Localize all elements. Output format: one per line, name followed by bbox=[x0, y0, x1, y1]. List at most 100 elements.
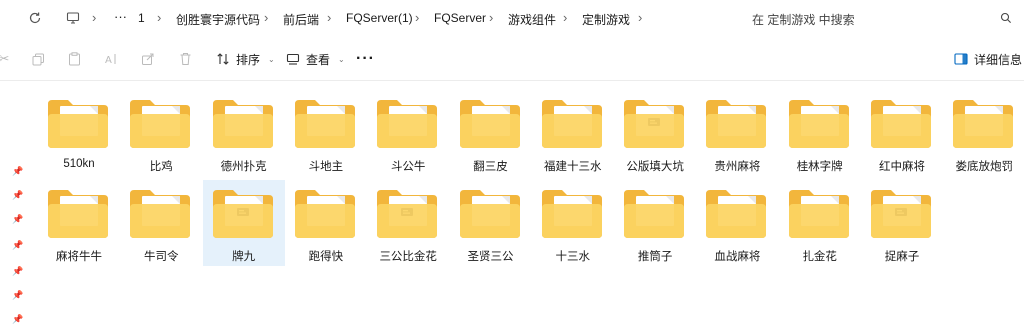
chevron-right-icon: › bbox=[563, 10, 568, 25]
folder-name: 跑得快 bbox=[308, 251, 344, 263]
breadcrumb-item[interactable]: 1 bbox=[138, 11, 145, 25]
folder-icon bbox=[541, 100, 602, 148]
breadcrumb-item[interactable]: FQServer bbox=[434, 11, 486, 25]
folder-icon bbox=[788, 190, 849, 238]
view-button[interactable]: 查看 ⌄ bbox=[286, 49, 345, 69]
folder-item[interactable]: 牌九 bbox=[202, 180, 285, 266]
folder-name: 捉麻子 bbox=[884, 251, 920, 263]
folder-item[interactable]: 圣贤三公 bbox=[450, 180, 532, 266]
folder-name: 比鸡 bbox=[149, 161, 173, 173]
sort-icon bbox=[217, 53, 229, 65]
pin-icon[interactable]: 📌 bbox=[12, 266, 23, 276]
folder-icon bbox=[48, 190, 108, 238]
details-pane-icon bbox=[954, 53, 968, 65]
more-options-icon[interactable]: ··· bbox=[356, 49, 375, 69]
folder-name: 翻三皮 bbox=[473, 161, 508, 173]
folder-name: 510kn bbox=[63, 158, 95, 170]
more-ellipsis-icon[interactable]: ··· bbox=[114, 9, 127, 24]
copy-icon[interactable] bbox=[30, 51, 46, 67]
folder-name: 麻将牛牛 bbox=[56, 251, 102, 263]
sort-label: 排序 bbox=[236, 52, 261, 67]
chevron-down-icon: ⌄ bbox=[268, 54, 275, 64]
folder-icon bbox=[377, 190, 438, 238]
folder-item[interactable]: 公版填大坑 bbox=[614, 90, 696, 176]
folder-icon bbox=[624, 100, 685, 148]
folder-item[interactable]: 血战麻将 bbox=[696, 180, 778, 266]
folder-item[interactable]: 麻将牛牛 bbox=[38, 180, 120, 266]
folder-name: 公版填大坑 bbox=[626, 161, 684, 173]
folder-name: 贵州麻将 bbox=[714, 161, 761, 173]
pin-icon[interactable]: 📌 bbox=[12, 190, 23, 200]
folder-item[interactable]: 十三水 bbox=[532, 180, 614, 266]
folder-name: 桂林字牌 bbox=[796, 161, 843, 173]
breadcrumb-item[interactable]: 创胜寰宇源代码 bbox=[176, 11, 260, 28]
folder-item[interactable]: 德州扑克 bbox=[203, 90, 285, 176]
breadcrumb-item[interactable]: 游戏组件 bbox=[508, 11, 556, 28]
folder-name: 斗地主 bbox=[308, 161, 344, 173]
folder-item[interactable]: 红中麻将 bbox=[861, 90, 943, 176]
folder-icon bbox=[130, 100, 191, 148]
view-label: 查看 bbox=[306, 52, 331, 67]
folder-item[interactable]: 福建十三水 bbox=[532, 90, 614, 176]
share-icon[interactable] bbox=[140, 51, 156, 67]
pin-icon[interactable]: 📌 bbox=[12, 214, 23, 224]
breadcrumb-item[interactable]: 前后端 bbox=[283, 11, 319, 28]
folder-icon bbox=[48, 100, 108, 148]
folder-item[interactable]: 捉麻子 bbox=[861, 180, 943, 266]
paste-icon[interactable] bbox=[66, 51, 82, 67]
folder-name: 福建十三水 bbox=[544, 161, 602, 173]
folder-item[interactable]: 斗地主 bbox=[285, 90, 367, 176]
folder-icon bbox=[294, 190, 355, 238]
folder-icon bbox=[130, 190, 191, 238]
refresh-icon[interactable] bbox=[26, 9, 44, 27]
chevron-right-icon: › bbox=[157, 10, 162, 25]
folder-name: 娄底放炮罚 bbox=[955, 161, 1014, 173]
folder-item[interactable]: 桂林字牌 bbox=[779, 90, 861, 176]
folder-name: 扎金花 bbox=[802, 251, 837, 263]
folder-item[interactable]: 推筒子 bbox=[614, 180, 696, 266]
folder-item[interactable]: 斗公牛 bbox=[367, 90, 449, 176]
folder-item[interactable]: 翻三皮 bbox=[450, 90, 532, 176]
details-pane-button[interactable]: 详细信息 bbox=[954, 49, 1022, 69]
rename-icon[interactable]: A bbox=[103, 51, 119, 67]
folder-item[interactable]: 扎金花 bbox=[779, 180, 861, 266]
folder-item[interactable]: 牛司令 bbox=[120, 180, 202, 266]
details-pane-label: 详细信息 bbox=[974, 52, 1023, 67]
folder-name: 三公比金花 bbox=[379, 251, 437, 263]
svg-text:A: A bbox=[105, 55, 112, 66]
folder-item[interactable]: 三公比金花 bbox=[367, 180, 449, 266]
chevron-down-icon: ⌄ bbox=[338, 54, 345, 64]
folder-icon bbox=[706, 100, 767, 148]
folder-icon bbox=[871, 100, 931, 148]
breadcrumb-item[interactable]: 定制游戏 bbox=[582, 11, 630, 28]
breadcrumb-item[interactable]: FQServer(1) bbox=[346, 11, 413, 25]
chevron-right-icon: › bbox=[489, 10, 494, 25]
folder-icon bbox=[624, 190, 685, 238]
folder-item[interactable]: 510kn bbox=[38, 90, 120, 176]
command-bar: ✂ A 排序 ⌄ 查看 ⌄ ··· 详细信息 bbox=[0, 38, 1024, 81]
folder-icon bbox=[212, 100, 273, 148]
folder-item[interactable]: 比鸡 bbox=[120, 90, 202, 176]
folder-item[interactable]: 跑得快 bbox=[285, 180, 367, 266]
address-bar: › ··· 1 › 创胜寰宇源代码 › 前后端 › FQServer(1) › … bbox=[0, 0, 1024, 39]
folder-item[interactable]: 贵州麻将 bbox=[696, 90, 778, 176]
folder-name: 血战麻将 bbox=[714, 251, 761, 263]
search-box[interactable]: 在 定制游戏 中搜索 bbox=[712, 7, 1024, 31]
delete-icon[interactable] bbox=[177, 51, 193, 67]
folder-item[interactable]: 娄底放炮罚 bbox=[943, 90, 1024, 176]
pin-icon[interactable]: 📌 bbox=[12, 240, 23, 250]
pin-icon[interactable]: 📌 bbox=[12, 290, 23, 300]
chevron-right-icon: › bbox=[327, 10, 332, 25]
folder-icon bbox=[706, 190, 767, 238]
computer-icon[interactable] bbox=[64, 9, 82, 27]
chevron-right-icon: › bbox=[264, 10, 269, 25]
search-icon[interactable] bbox=[1000, 12, 1012, 24]
pin-icon[interactable]: 📌 bbox=[12, 166, 23, 176]
folder-grid: 510kn 比鸡 德州扑克 斗地主 斗公牛 翻三皮 福建十三水 公版填大坑 贵州麻将 桂林字牌 红中… bbox=[38, 90, 1024, 331]
cut-icon[interactable]: ✂ bbox=[0, 51, 12, 67]
pin-icon[interactable]: 📌 bbox=[12, 314, 23, 324]
chevron-right-icon: › bbox=[415, 10, 420, 25]
folder-icon bbox=[459, 190, 520, 238]
folder-icon bbox=[541, 190, 602, 238]
sort-button[interactable]: 排序 ⌄ bbox=[216, 49, 275, 69]
